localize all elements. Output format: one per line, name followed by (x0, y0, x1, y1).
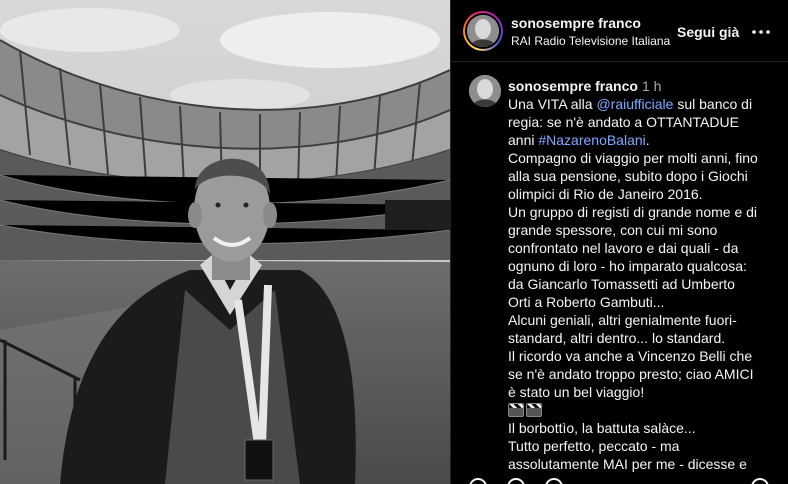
caption-text-segment: regia: se n'è andato a OTTANTADUE (508, 114, 739, 130)
caption-line: regia: se n'è andato a OTTANTADUE (508, 113, 780, 131)
author-avatar[interactable] (463, 11, 503, 51)
caption-text-segment: . (645, 132, 650, 148)
caption-text-segment: olimpici di Rio de Janeiro 2016. (508, 186, 703, 202)
author-username[interactable]: sonosempre franco (511, 15, 641, 31)
comment-icon[interactable] (507, 478, 525, 484)
hashtag-link[interactable]: #NazarenoBalani (538, 132, 645, 148)
caption-avatar[interactable] (469, 75, 501, 107)
share-icon[interactable] (545, 478, 563, 484)
caption-username[interactable]: sonosempre franco (508, 78, 638, 94)
caption-text-segment: da Giancarlo Tomassetti ad Umberto (508, 276, 735, 292)
caption-line: alla sua pensione, subito dopo i Giochi (508, 167, 780, 185)
caption-line: confrontato nel lavoro e dai quali - da (508, 239, 780, 257)
caption-line: standard, altri dentro... lo standard. (508, 329, 780, 347)
following-button[interactable]: Segui già (677, 24, 739, 40)
post-side-panel: sonosempre franco RAI Radio Televisione … (450, 0, 788, 484)
caption-line: anni #NazarenoBalani. (508, 131, 780, 149)
caption-text-segment: Il borbottìo, la battuta salàce... (508, 420, 696, 436)
action-bar (469, 478, 769, 484)
caption-text-segment: Una VITA alla (508, 96, 597, 112)
caption-line: Orti a Roberto Gambuti... (508, 293, 780, 311)
caption-text: Una VITA alla @raiufficiale sul banco di… (508, 95, 780, 473)
caption-text-segment: sul banco di (673, 96, 753, 112)
caption-line: olimpici di Rio de Janeiro 2016. (508, 185, 780, 203)
caption-text-segment: Il ricordo va anche a Vincenzo Belli che (508, 348, 753, 364)
caption-timestamp[interactable]: 1 h (642, 78, 661, 94)
caption-text-segment: confrontato nel lavoro e dai quali - da (508, 240, 739, 256)
caption-line: Compagno di viaggio per molti anni, fino (508, 149, 780, 167)
caption-text-segment: anni (508, 132, 539, 148)
caption-text-segment: grande spessore, con cui mi sono (508, 222, 718, 238)
caption-text-segment: assolutamente MAI per me - dicesse e (508, 456, 747, 472)
caption-line: se n'è andato troppo presto; ciao AMICI (508, 365, 780, 383)
more-horizontal-icon[interactable] (749, 20, 773, 44)
post-photo-image (0, 0, 450, 484)
caption-line: Un gruppo di registi di grande nome e di (508, 203, 780, 221)
post-photo[interactable] (0, 0, 450, 484)
author-subtitle[interactable]: RAI Radio Televisione Italiana (511, 34, 670, 48)
caption-text-segment: ognuno di loro - ho imparato qualcosa: (508, 258, 747, 274)
post-caption: sonosempre franco 1 h Una VITA alla @raiu… (451, 63, 788, 484)
caption-text-segment: standard, altri dentro... lo standard. (508, 330, 726, 346)
like-icon[interactable] (469, 478, 487, 484)
author-avatar-image (467, 15, 499, 47)
caption-line (508, 401, 780, 419)
caption-text-segment: Orti a Roberto Gambuti... (508, 294, 665, 310)
caption-text-segment: se n'è andato troppo presto; ciao AMICI (508, 366, 754, 382)
caption-line: Una VITA alla @raiufficiale sul banco di (508, 95, 780, 113)
caption-text-segment: alla sua pensione, subito dopo i Giochi (508, 168, 748, 184)
caption-text-segment: Tutto perfetto, peccato - ma (508, 438, 680, 454)
caption-line: è stato un bel viaggio! (508, 383, 780, 401)
caption-line: Il borbottìo, la battuta salàce... (508, 419, 780, 437)
caption-line: Tutto perfetto, peccato - ma (508, 437, 780, 455)
caption-body: sonosempre franco 1 h Una VITA alla @raiu… (508, 77, 780, 473)
caption-line: assolutamente MAI per me - dicesse e (508, 455, 780, 473)
caption-text-segment: Alcuni geniali, altri genialmente fuori- (508, 312, 737, 328)
mention-link[interactable]: @raiufficiale (596, 96, 673, 112)
post-header: sonosempre franco RAI Radio Televisione … (451, 0, 788, 62)
caption-text-segment: è stato un bel viaggio! (508, 384, 645, 400)
save-icon[interactable] (751, 478, 769, 484)
clapper-board-emoji-icon (526, 403, 542, 417)
caption-line: Alcuni geniali, altri genialmente fuori- (508, 311, 780, 329)
caption-line: da Giancarlo Tomassetti ad Umberto (508, 275, 780, 293)
caption-line: grande spessore, con cui mi sono (508, 221, 780, 239)
clapper-board-emoji-icon (508, 403, 524, 417)
caption-line: ognuno di loro - ho imparato qualcosa: (508, 257, 780, 275)
caption-text-segment: Compagno di viaggio per molti anni, fino (508, 150, 758, 166)
caption-text-segment: Un gruppo di registi di grande nome e di (508, 204, 758, 220)
caption-line: Il ricordo va anche a Vincenzo Belli che (508, 347, 780, 365)
